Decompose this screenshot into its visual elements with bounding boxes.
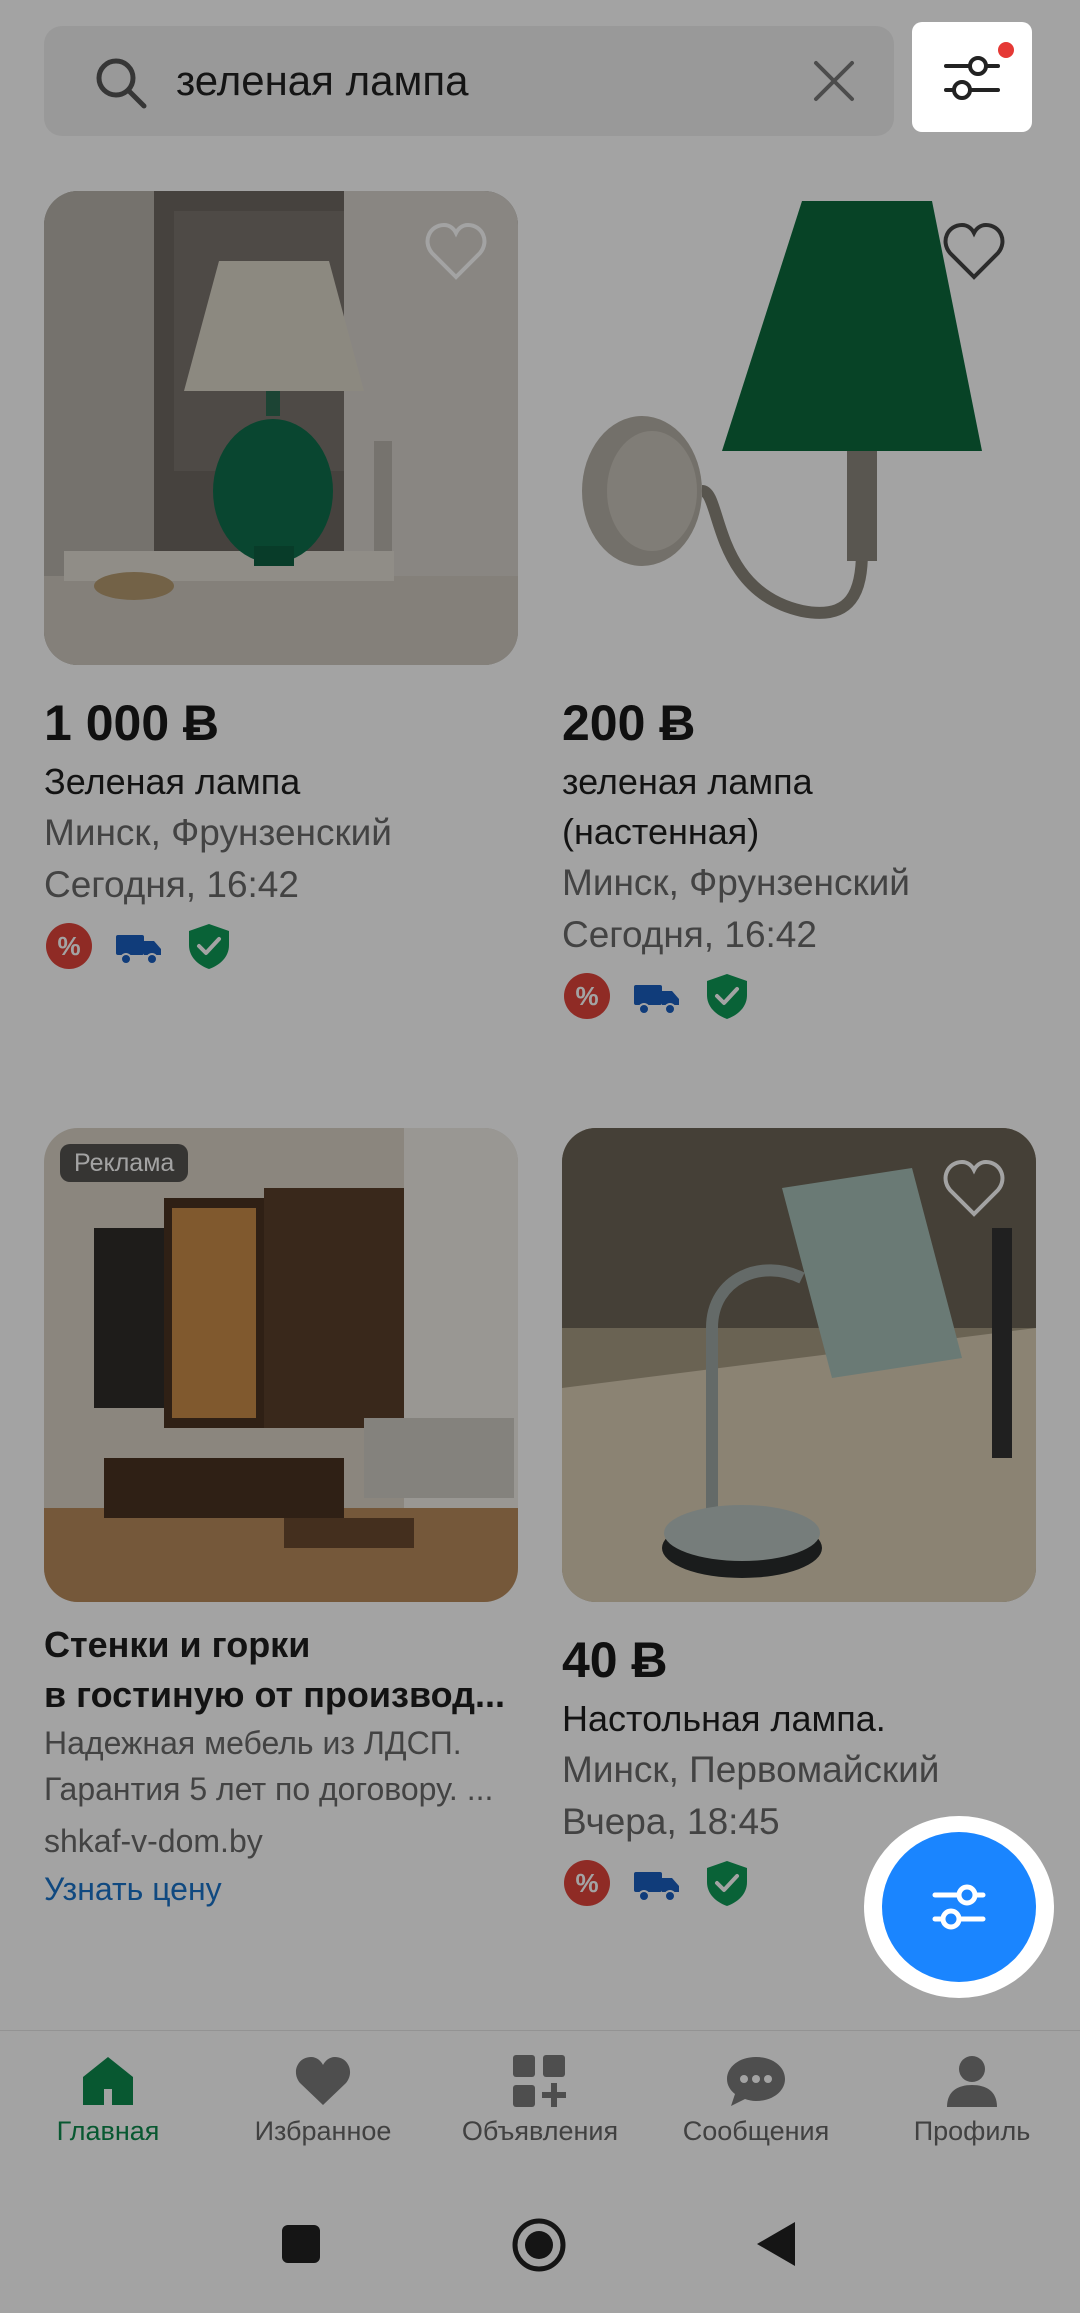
sliders-icon <box>932 1884 986 1930</box>
nav-item-favorites[interactable]: Избранное <box>223 2053 423 2149</box>
listing-location: Минск, Фрунзенский <box>44 812 392 853</box>
nav-label: Профиль <box>913 2116 1031 2146</box>
filter-button[interactable] <box>912 22 1032 132</box>
bottom-nav: Главная Избранное Объявления Сообщения П… <box>0 2030 1080 2180</box>
nav-label: Сообщения <box>682 2116 830 2146</box>
living-room-photo <box>44 1128 518 1602</box>
ad-cta-link[interactable]: Узнать цену <box>44 1864 518 1914</box>
favorite-heart-icon[interactable] <box>942 1158 1006 1218</box>
nav-label: Главная <box>56 2116 160 2146</box>
svg-text:%: % <box>575 1868 598 1898</box>
listing-date: Сегодня, 16:42 <box>44 864 299 905</box>
listing-title: Зеленая лампа <box>44 761 301 802</box>
home-circle-icon[interactable] <box>511 2217 567 2273</box>
nav-label: Объявления <box>461 2116 619 2146</box>
user-icon <box>947 2056 997 2107</box>
nav-item-profile[interactable]: Профиль <box>872 2053 1072 2149</box>
discount-icon: % <box>564 1860 610 1906</box>
ad-domain: shkaf-v-dom.by <box>44 1823 263 1859</box>
ad-photo[interactable]: Реклама <box>44 1128 518 1602</box>
listing-photo[interactable] <box>562 191 1036 665</box>
listing-location: Минск, Первомайский <box>562 1749 940 1790</box>
verified-shield-icon <box>707 1861 747 1906</box>
search-results-screen: зеленая лампа 1 000 Ƀ Зеленая лампа Минс… <box>0 0 1080 2313</box>
nav-item-messages[interactable]: Сообщения <box>656 2053 856 2149</box>
listing-card[interactable]: 1 000 Ƀ Зеленая лампа Минск, Фрунзенский… <box>44 191 518 971</box>
discount-icon: % <box>564 973 610 1019</box>
ad-description-line1: Надежная мебель из ЛДСП. <box>44 1725 462 1761</box>
system-nav-bar <box>0 2180 1080 2313</box>
listing-date: Сегодня, 16:42 <box>562 914 817 955</box>
listing-price: 1 000 Ƀ <box>44 695 220 751</box>
listing-card[interactable]: 40 Ƀ Настольная лампа. Минск, Первомайск… <box>562 1128 1036 1908</box>
search-icon <box>96 58 147 109</box>
home-icon <box>83 2057 133 2105</box>
nav-item-home[interactable]: Главная <box>8 2053 208 2149</box>
listing-title: Настольная лампа. <box>562 1698 886 1739</box>
delivery-icon <box>634 1872 679 1902</box>
search-bar[interactable]: зеленая лампа <box>44 26 894 136</box>
discount-icon: % <box>46 923 92 969</box>
recents-square-icon[interactable] <box>280 2223 322 2265</box>
ad-title-line2: в гостиную от производ... <box>44 1674 505 1715</box>
close-icon[interactable] <box>812 59 856 103</box>
nav-item-listings[interactable]: Объявления <box>440 2053 640 2149</box>
sliders-icon <box>944 56 1000 100</box>
listing-title: зеленая лампа (настенная) <box>562 761 813 852</box>
heart-icon <box>295 2057 351 2105</box>
listing-price: 200 Ƀ <box>562 695 696 751</box>
listing-card[interactable]: 200 Ƀ зеленая лампа (настенная) Минск, Ф… <box>562 191 1036 1021</box>
favorite-heart-icon[interactable] <box>942 221 1006 281</box>
ad-label: Реклама <box>60 1144 189 1182</box>
listing-photo[interactable] <box>562 1128 1036 1602</box>
listing-price: 40 Ƀ <box>562 1632 668 1688</box>
back-triangle-icon[interactable] <box>755 2220 797 2268</box>
svg-text:%: % <box>57 931 80 961</box>
chat-icon <box>727 2057 785 2106</box>
listing-badges: % <box>562 971 1036 1021</box>
delivery-icon <box>634 985 679 1015</box>
nav-label: Избранное <box>254 2116 392 2146</box>
ad-card[interactable]: Реклама Стенки и горки в гостиную от про… <box>44 1128 518 1914</box>
search-input[interactable]: зеленая лампа <box>176 56 468 106</box>
ad-description-line2: Гарантия 5 лет по договору. ... <box>44 1771 494 1807</box>
floating-filter-button[interactable] <box>882 1832 1036 1982</box>
filter-notification-dot <box>998 42 1014 58</box>
favorite-heart-icon[interactable] <box>424 221 488 281</box>
ad-title-line1: Стенки и горки <box>44 1624 311 1665</box>
delivery-icon <box>116 935 161 965</box>
verified-shield-icon <box>189 924 229 969</box>
listing-location: Минск, Фрунзенский <box>562 862 910 903</box>
listing-badges: % <box>44 921 518 971</box>
svg-text:%: % <box>575 981 598 1011</box>
listing-photo[interactable] <box>44 191 518 665</box>
verified-shield-icon <box>707 974 747 1019</box>
grid-plus-icon <box>513 2055 566 2107</box>
